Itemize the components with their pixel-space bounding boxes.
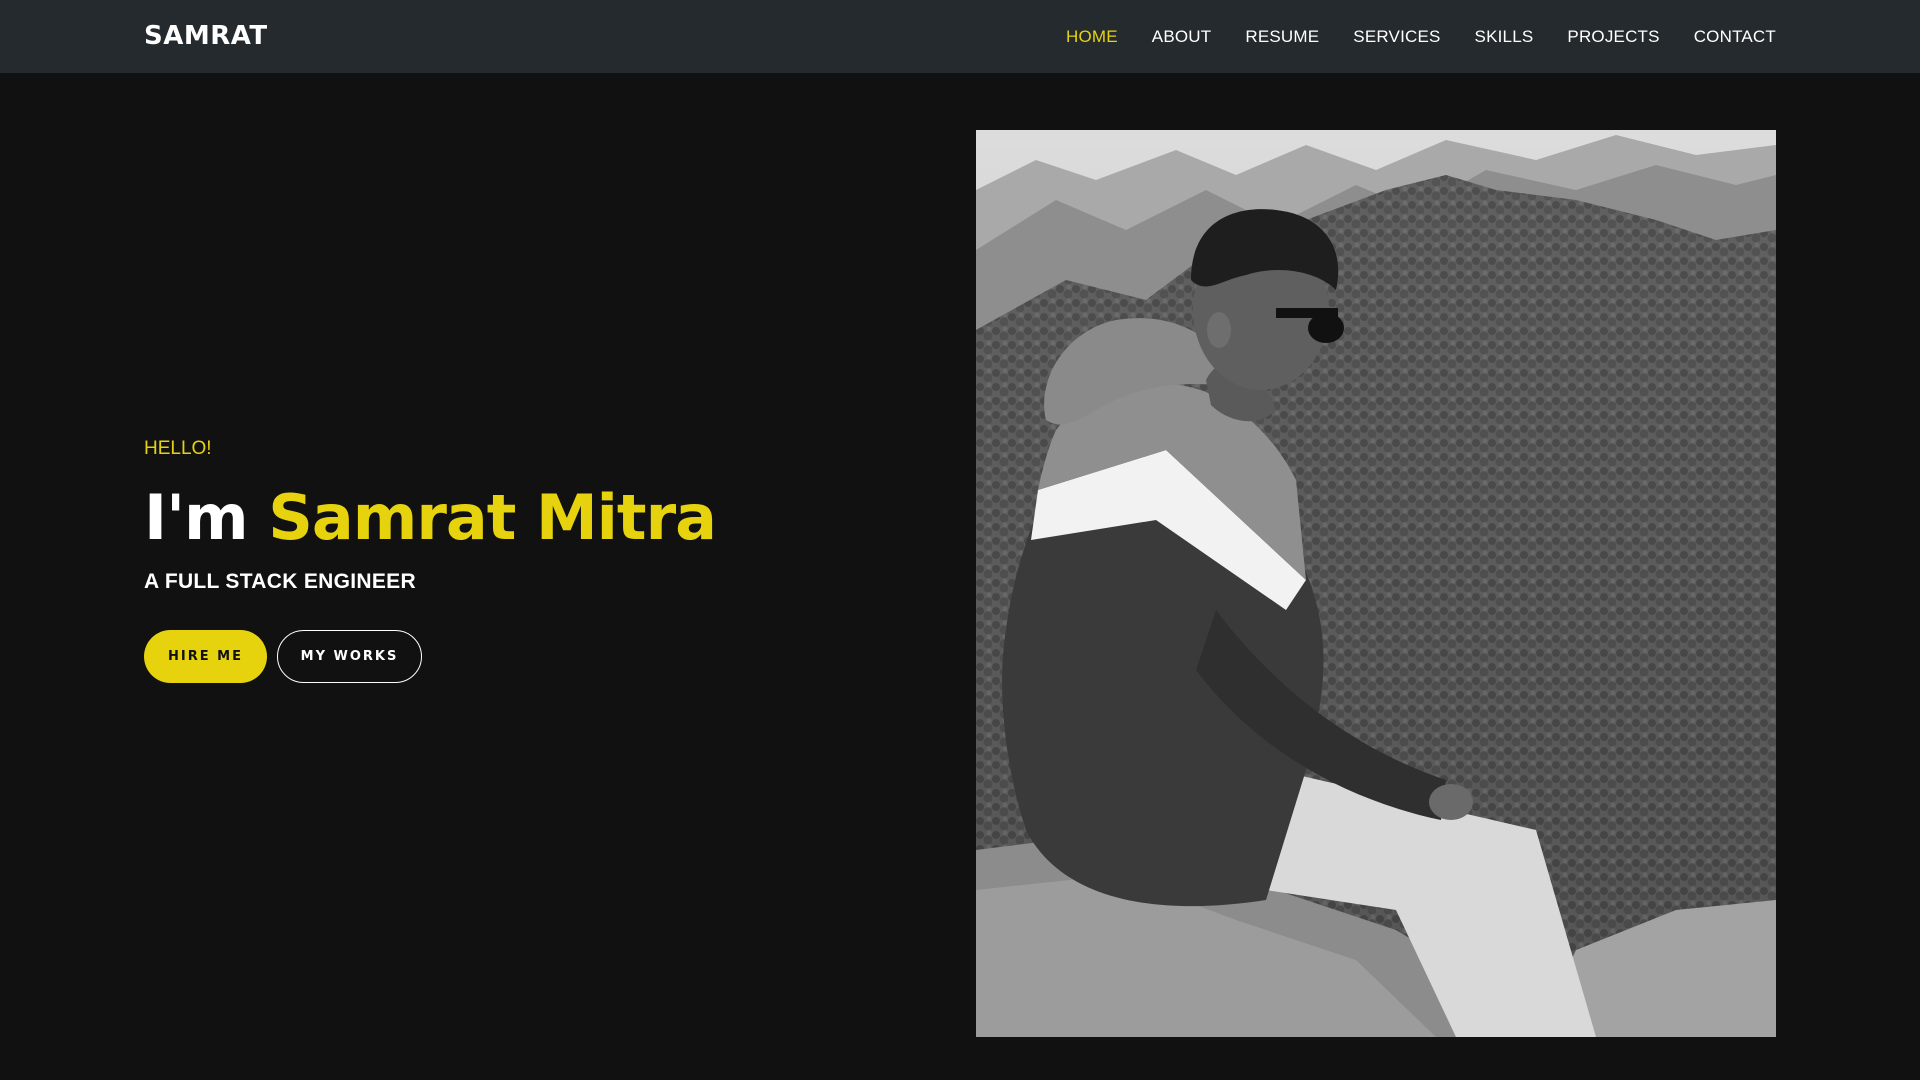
hero-buttons: HIRE ME MY WORKS: [144, 630, 716, 683]
hero-headline: I'm Samrat Mitra: [144, 481, 717, 554]
nav-item-services: SERVICES: [1353, 27, 1440, 47]
navbar: SAMRAT HOME ABOUT RESUME SERVICES SKILLS…: [0, 0, 1920, 73]
hero-subtitle: A FULL STACK ENGINEER: [144, 570, 416, 593]
nav-link-projects[interactable]: PROJECTS: [1567, 27, 1659, 46]
nav-item-about: ABOUT: [1152, 27, 1212, 47]
nav-menu: HOME ABOUT RESUME SERVICES SKILLS PROJEC…: [1066, 0, 1776, 73]
my-works-button[interactable]: MY WORKS: [277, 630, 422, 683]
headline-prefix: I'm: [144, 481, 249, 554]
nav-item-projects: PROJECTS: [1567, 27, 1659, 47]
nav-link-services[interactable]: SERVICES: [1353, 27, 1440, 46]
profile-photo-illustration: [976, 130, 1776, 1037]
profile-photo: [976, 130, 1776, 1037]
hero-name: Samrat Mitra: [268, 481, 717, 554]
nav-link-contact[interactable]: CONTACT: [1694, 27, 1776, 46]
nav-link-skills[interactable]: SKILLS: [1475, 27, 1534, 46]
brand-logo[interactable]: SAMRAT: [144, 0, 268, 73]
nav-link-about[interactable]: ABOUT: [1152, 27, 1212, 46]
hire-me-button[interactable]: HIRE ME: [144, 630, 267, 683]
nav-item-skills: SKILLS: [1475, 27, 1534, 47]
hero-intro: HELLO! I'm Samrat Mitra A FULL STACK ENG…: [144, 436, 717, 683]
nav-item-contact: CONTACT: [1694, 27, 1776, 47]
nav-link-resume[interactable]: RESUME: [1245, 27, 1319, 46]
hero-greeting: HELLO!: [144, 438, 212, 459]
nav-link-home[interactable]: HOME: [1066, 27, 1118, 46]
nav-item-home: HOME: [1066, 27, 1118, 47]
nav-item-resume: RESUME: [1245, 27, 1319, 47]
